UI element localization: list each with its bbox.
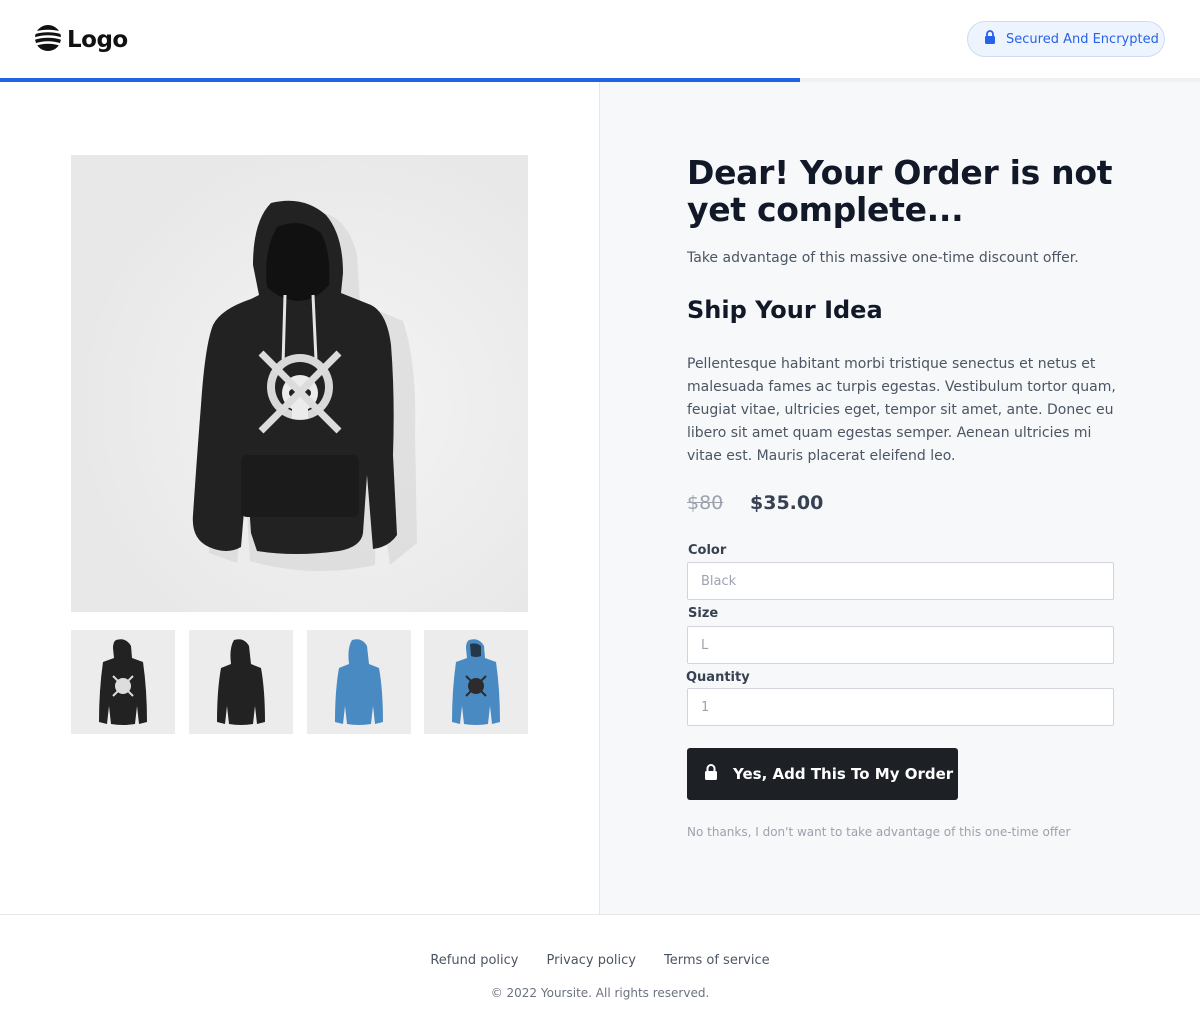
quantity-label: Quantity [686, 670, 750, 685]
color-label: Color [688, 543, 727, 558]
color-select[interactable]: Black [687, 562, 1114, 600]
size-label: Size [688, 606, 719, 621]
add-to-order-label: Yes, Add This To My Order [733, 765, 954, 783]
thumbnail-blue-front[interactable] [424, 630, 528, 734]
logo-icon [32, 25, 64, 55]
refund-policy-link[interactable]: Refund policy [430, 953, 518, 968]
offer-subtitle: Take advantage of this massive one-time … [687, 250, 1079, 266]
product-name: Ship Your Idea [687, 296, 883, 324]
privacy-policy-link[interactable]: Privacy policy [547, 953, 636, 968]
product-description: Pellentesque habitant morbi tristique se… [687, 356, 1116, 464]
secure-badge-label: Secured And Encrypted [1006, 31, 1159, 47]
thumbnail-black-back[interactable] [189, 630, 293, 734]
quantity-input[interactable]: 1 [687, 688, 1114, 726]
logo-text: Logo [67, 27, 128, 53]
original-price: $80 [687, 492, 724, 514]
decline-offer-link[interactable]: No thanks, I don't want to take advantag… [687, 825, 1070, 839]
lock-icon [704, 764, 718, 784]
page-title: Dear! Your Order is not yet complete... [687, 153, 1113, 229]
size-select[interactable]: L [687, 626, 1114, 664]
copyright-text: © 2022 Yoursite. All rights reserved. [490, 986, 710, 1000]
logo[interactable]: Logo [32, 25, 128, 55]
thumbnail-black-front[interactable] [71, 630, 175, 734]
discount-price: $35.00 [750, 492, 824, 514]
product-main-image [71, 155, 528, 612]
add-to-order-button[interactable]: Yes, Add This To My Order [687, 748, 958, 800]
footer-links: Refund policy Privacy policy Terms of se… [0, 953, 1200, 968]
terms-of-service-link[interactable]: Terms of service [664, 953, 770, 968]
lock-icon [984, 30, 996, 48]
secure-badge: Secured And Encrypted [967, 21, 1165, 57]
header: Logo Secured And Encrypted [0, 0, 1200, 79]
footer: Refund policy Privacy policy Terms of se… [0, 914, 1200, 1035]
thumbnail-blue-back[interactable] [307, 630, 411, 734]
